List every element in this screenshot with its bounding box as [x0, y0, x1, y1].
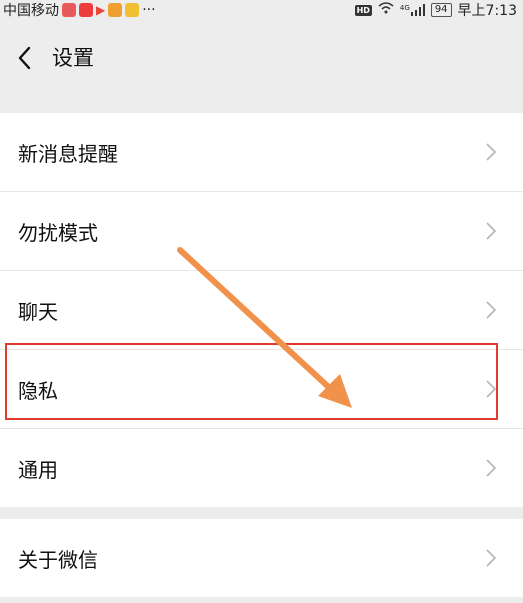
annotation-arrow-icon [177, 247, 352, 408]
